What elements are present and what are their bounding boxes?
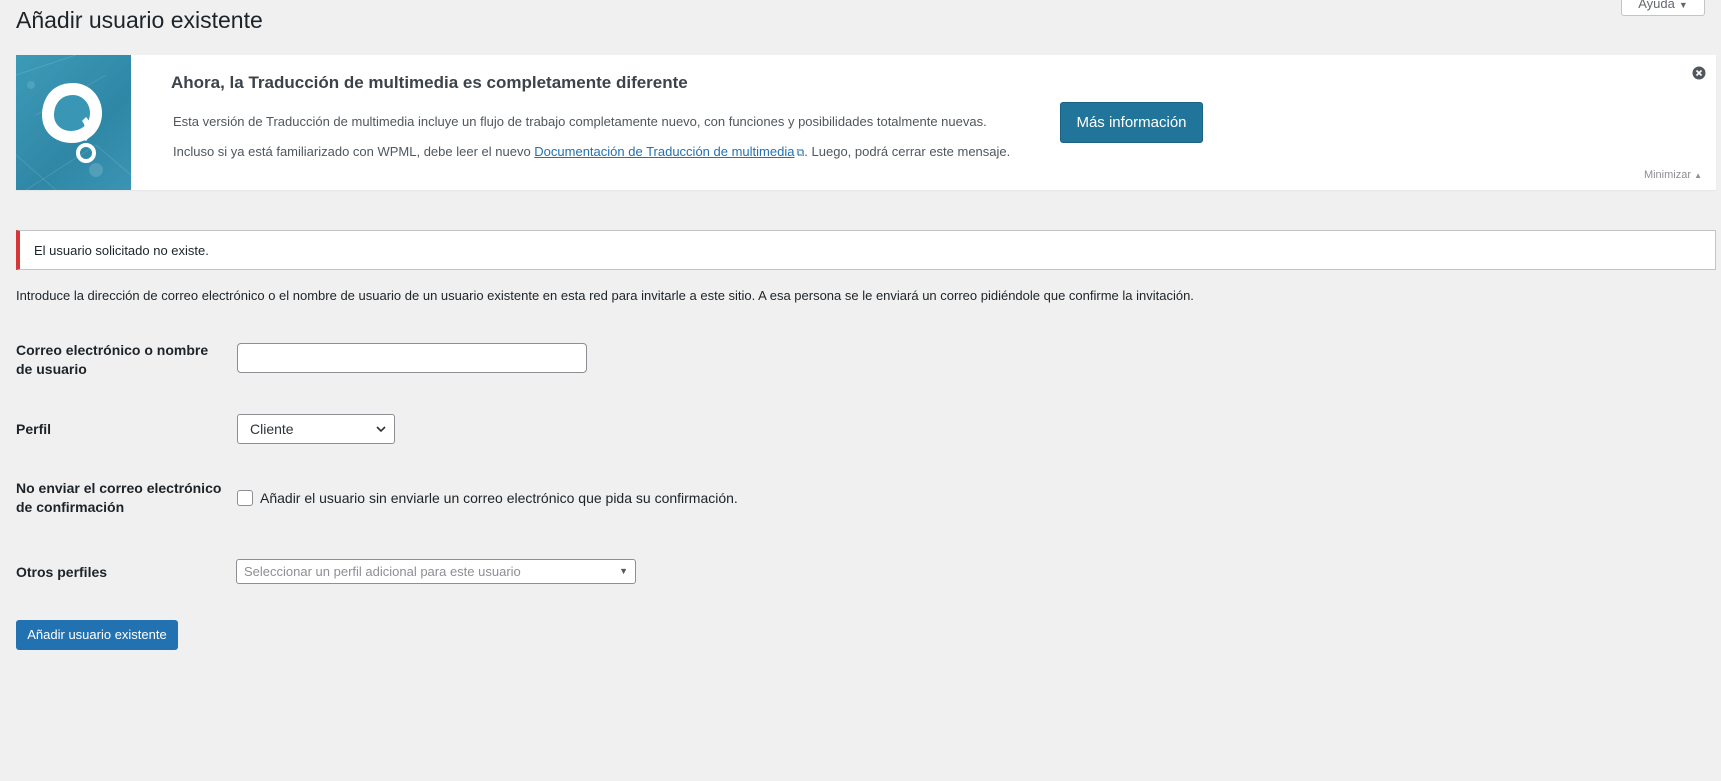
help-tab-button[interactable]: Ayuda ▼ (1621, 0, 1705, 16)
notice-text-line1: Esta versión de Traducción de multimedia… (173, 114, 987, 129)
triangle-down-icon: ▼ (619, 566, 628, 576)
add-existing-user-button[interactable]: Añadir usuario existente (16, 620, 178, 650)
other-roles-label: Otros perfiles (16, 564, 108, 580)
email-label: Correo electrónico o nombre de usuario (16, 342, 209, 377)
page-title: Añadir usuario existente (16, 7, 263, 33)
chevron-down-icon (376, 426, 386, 433)
role-select-value: Cliente (250, 421, 294, 437)
help-label: Ayuda (1638, 0, 1675, 11)
error-notice: El usuario solicitado no existe. (16, 230, 1716, 270)
more-info-button[interactable]: Más información (1060, 102, 1203, 143)
other-roles-select[interactable]: Seleccionar un perfil adicional para est… (236, 559, 636, 584)
noconfirm-label: No enviar el correo electrónico de confi… (16, 480, 222, 515)
intro-text: Introduce la dirección de correo electró… (16, 288, 1194, 303)
wpml-notice: Ahora, la Traducción de multimedia es co… (16, 55, 1716, 190)
role-label: Perfil (16, 421, 52, 437)
documentation-link[interactable]: Documentación de Traducción de multimedi… (534, 144, 794, 159)
notice-title: Ahora, la Traducción de multimedia es co… (171, 73, 688, 92)
notice-text-line2: Incluso si ya está familiarizado con WPM… (173, 144, 1010, 160)
wpml-logo-icon (16, 55, 131, 190)
dismiss-icon[interactable] (1692, 66, 1706, 80)
caret-down-icon: ▼ (1678, 0, 1688, 10)
role-select[interactable]: Cliente (237, 414, 395, 444)
notice-text-before-link: Incluso si ya está familiarizado con WPM… (173, 144, 535, 159)
minimize-link[interactable]: Minimizar ▲ (1644, 169, 1702, 181)
error-message: El usuario solicitado no existe. (34, 243, 209, 258)
other-roles-placeholder: Seleccionar un perfil adicional para est… (244, 564, 521, 579)
noconfirm-checkbox[interactable] (237, 490, 253, 506)
notice-text-after-link: . Luego, podrá cerrar este mensaje. (804, 144, 1011, 159)
email-field[interactable] (237, 343, 587, 373)
noconfirm-checkbox-label[interactable]: Añadir el usuario sin enviarle un correo… (260, 490, 738, 506)
